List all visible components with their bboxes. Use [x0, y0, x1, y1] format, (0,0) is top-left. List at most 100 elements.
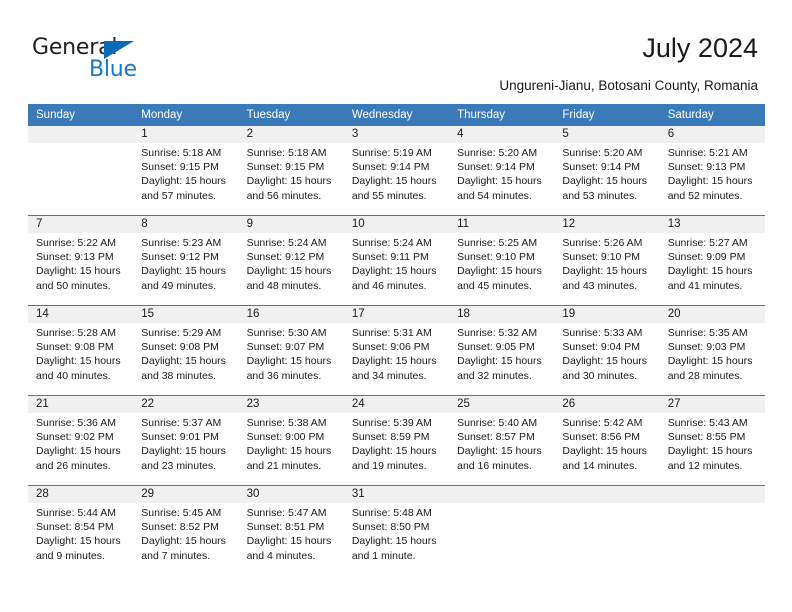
day-info-line: Sunrise: 5:24 AM: [246, 237, 327, 249]
day-number-16[interactable]: 16: [239, 306, 344, 323]
day-info-line: Daylight: 15 hours: [36, 265, 121, 278]
day-info-line: and 19 minutes.: [351, 459, 427, 472]
day-number-6[interactable]: 6: [660, 126, 765, 143]
day-cell-27[interactable]: Sunrise: 5:43 AM Sunset: 8:55 PM Daylight:…: [660, 413, 765, 485]
day-cell-17[interactable]: Sunrise: 5:31 AM Sunset: 9:06 PM Daylight:…: [344, 323, 449, 395]
day-info-line: Sunset: 8:56 PM: [562, 431, 641, 444]
day-cell-3[interactable]: Sunrise: 5:19 AM Sunset: 9:14 PM Daylight:…: [344, 143, 449, 215]
day-number-9[interactable]: 9: [239, 216, 344, 233]
day-detail-band: Sunrise: 5:22 AM Sunset: 9:13 PM Daylight:…: [28, 233, 765, 305]
day-cell-2[interactable]: Sunrise: 5:18 AM Sunset: 9:15 PM Daylight:…: [239, 143, 344, 215]
day-number-10[interactable]: 10: [344, 216, 449, 233]
day-info-line: Sunset: 9:04 PM: [562, 341, 641, 354]
day-cell-18[interactable]: Sunrise: 5:32 AM Sunset: 9:05 PM Daylight:…: [449, 323, 554, 395]
day-cell-19[interactable]: Sunrise: 5:33 AM Sunset: 9:04 PM Daylight:…: [554, 323, 659, 395]
day-number-29[interactable]: 29: [133, 486, 238, 503]
day-number-25[interactable]: 25: [449, 396, 554, 413]
day-cell-12[interactable]: Sunrise: 5:26 AM Sunset: 9:10 PM Daylight:…: [554, 233, 659, 305]
page-title: July 2024: [642, 33, 758, 63]
day-number-4[interactable]: 4: [449, 126, 554, 143]
day-number-22[interactable]: 22: [133, 396, 238, 413]
day-cell-26[interactable]: Sunrise: 5:42 AM Sunset: 8:56 PM Daylight:…: [554, 413, 659, 485]
day-number-20[interactable]: 20: [660, 306, 765, 323]
day-number-23[interactable]: 23: [239, 396, 344, 413]
day-number-1[interactable]: 1: [133, 126, 238, 143]
day-number-3[interactable]: 3: [344, 126, 449, 143]
day-cell-5[interactable]: Sunrise: 5:20 AM Sunset: 9:14 PM Daylight:…: [554, 143, 659, 215]
day-number-11[interactable]: 11: [449, 216, 554, 233]
day-info-line: and 54 minutes.: [457, 189, 532, 202]
day-cell-6[interactable]: Sunrise: 5:21 AM Sunset: 9:13 PM Daylight:…: [660, 143, 765, 215]
day-cell-23[interactable]: Sunrise: 5:38 AM Sunset: 9:00 PM Daylight:…: [239, 413, 344, 485]
day-cell-13[interactable]: Sunrise: 5:27 AM Sunset: 9:09 PM Daylight:…: [660, 233, 765, 305]
day-cell-28[interactable]: Sunrise: 5:44 AM Sunset: 8:54 PM Daylight:…: [28, 503, 133, 575]
day-number-15[interactable]: 15: [133, 306, 238, 323]
day-info-line: Sunrise: 5:25 AM: [457, 237, 538, 249]
day-number-band: 123456: [28, 126, 765, 143]
day-number-13[interactable]: 13: [660, 216, 765, 233]
day-cell-20[interactable]: Sunrise: 5:35 AM Sunset: 9:03 PM Daylight:…: [660, 323, 765, 395]
day-cell-empty: [28, 143, 133, 215]
day-info-line: Daylight: 15 hours: [351, 265, 437, 278]
day-info-line: and 57 minutes.: [141, 189, 216, 202]
day-cell-31[interactable]: Sunrise: 5:48 AM Sunset: 8:50 PM Daylight:…: [344, 503, 449, 575]
day-info-line: Sunrise: 5:24 AM: [351, 237, 432, 249]
day-number-empty: [28, 126, 133, 143]
day-number-14[interactable]: 14: [28, 306, 133, 323]
day-number-7[interactable]: 7: [28, 216, 133, 233]
day-cell-29[interactable]: Sunrise: 5:45 AM Sunset: 8:52 PM Daylight:…: [133, 503, 238, 575]
day-cell-24[interactable]: Sunrise: 5:39 AM Sunset: 8:59 PM Daylight:…: [344, 413, 449, 485]
day-info-line: Sunset: 9:06 PM: [351, 341, 430, 354]
day-number-12[interactable]: 12: [554, 216, 659, 233]
day-info-line: Sunset: 9:09 PM: [667, 251, 746, 264]
day-number-31[interactable]: 31: [344, 486, 449, 503]
day-info-line: Daylight: 15 hours: [351, 355, 437, 368]
day-cell-11[interactable]: Sunrise: 5:25 AM Sunset: 9:10 PM Daylight:…: [449, 233, 554, 305]
calendar-page: General Blue July 2024 Ungureni-Jianu, B…: [0, 0, 792, 612]
day-cell-10[interactable]: Sunrise: 5:24 AM Sunset: 9:11 PM Daylight:…: [344, 233, 449, 305]
day-info-line: Daylight: 15 hours: [562, 265, 648, 278]
day-info-line: Daylight: 15 hours: [141, 265, 226, 278]
day-number-2[interactable]: 2: [239, 126, 344, 143]
day-number-band: 21 22 23 24 25 26 27: [28, 396, 765, 413]
day-number-26[interactable]: 26: [554, 396, 659, 413]
day-number-28[interactable]: 28: [28, 486, 133, 503]
day-info-line: Daylight: 15 hours: [246, 535, 332, 548]
general-blue-logo[interactable]: General Blue: [32, 36, 212, 84]
day-number-19[interactable]: 19: [554, 306, 659, 323]
day-info-line: and 26 minutes.: [36, 459, 111, 472]
day-number-band: 7 8 9 10 11 12 13: [28, 216, 765, 233]
day-cell-1[interactable]: Sunrise: 5:18 AM Sunset: 9:15 PM Daylight:…: [133, 143, 238, 215]
day-number-24[interactable]: 24: [344, 396, 449, 413]
day-info-line: Daylight: 15 hours: [457, 175, 542, 188]
day-number-30[interactable]: 30: [239, 486, 344, 503]
day-number-5[interactable]: 5: [554, 126, 659, 143]
day-info-line: Daylight: 15 hours: [351, 535, 437, 548]
day-cell-16[interactable]: Sunrise: 5:30 AM Sunset: 9:07 PM Daylight:…: [239, 323, 344, 395]
day-number-21[interactable]: 21: [28, 396, 133, 413]
day-info-line: Daylight: 15 hours: [562, 175, 648, 188]
day-cell-4[interactable]: Sunrise: 5:20 AM Sunset: 9:14 PM Daylight:…: [449, 143, 554, 215]
day-cell-15[interactable]: Sunrise: 5:29 AM Sunset: 9:08 PM Daylight:…: [133, 323, 238, 395]
day-cell-8[interactable]: Sunrise: 5:23 AM Sunset: 9:12 PM Daylight:…: [133, 233, 238, 305]
day-cell-22[interactable]: Sunrise: 5:37 AM Sunset: 9:01 PM Daylight:…: [133, 413, 238, 485]
day-info-line: and 55 minutes.: [351, 189, 427, 202]
day-info-line: Sunrise: 5:18 AM: [141, 147, 222, 159]
day-info-line: and 56 minutes.: [246, 189, 322, 202]
day-number-27[interactable]: 27: [660, 396, 765, 413]
day-cell-7[interactable]: Sunrise: 5:22 AM Sunset: 9:13 PM Daylight:…: [28, 233, 133, 305]
day-detail-band: Sunrise: 5:36 AM Sunset: 9:02 PM Daylight:…: [28, 413, 765, 485]
day-info-line: and 21 minutes.: [246, 459, 322, 472]
day-info-line: Sunset: 9:12 PM: [141, 251, 219, 264]
day-info-line: Sunset: 9:13 PM: [36, 251, 114, 264]
day-number-18[interactable]: 18: [449, 306, 554, 323]
day-number-8[interactable]: 8: [133, 216, 238, 233]
day-cell-9[interactable]: Sunrise: 5:24 AM Sunset: 9:12 PM Daylight:…: [239, 233, 344, 305]
day-cell-14[interactable]: Sunrise: 5:28 AM Sunset: 9:08 PM Daylight:…: [28, 323, 133, 395]
day-cell-25[interactable]: Sunrise: 5:40 AM Sunset: 8:57 PM Daylight:…: [449, 413, 554, 485]
day-cell-30[interactable]: Sunrise: 5:47 AM Sunset: 8:51 PM Daylight:…: [239, 503, 344, 575]
day-cell-empty: [449, 503, 554, 575]
day-cell-21[interactable]: Sunrise: 5:36 AM Sunset: 9:02 PM Daylight:…: [28, 413, 133, 485]
calendar-week-row: 28 29 30 31 Sunrise: 5:44 AM Sunset: 8:54 PM D…: [28, 485, 765, 575]
day-number-17[interactable]: 17: [344, 306, 449, 323]
